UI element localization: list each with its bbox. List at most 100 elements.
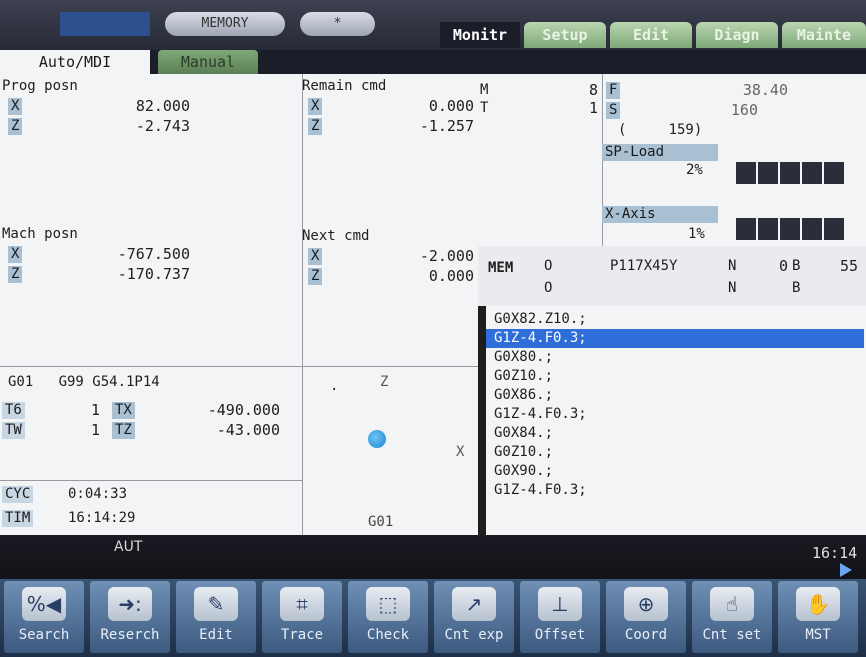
o-label-1: O	[544, 258, 553, 274]
tx-label: TX	[112, 402, 135, 419]
prog-posn-z-value: -2.743	[135, 117, 190, 135]
softkey-label: MST	[805, 627, 831, 643]
mach-posn-x-label: X	[8, 246, 23, 263]
mach-posn-title: Mach posn	[2, 226, 78, 242]
mst-icon: ✋	[796, 587, 840, 621]
program-header: MEM O O P117X45Y N 0 N B 55 B	[478, 246, 866, 306]
search-icon: %◀	[22, 587, 66, 621]
check-icon: ⬚	[366, 587, 410, 621]
graph-dot: .	[330, 378, 339, 394]
next-cmd-title: Next cmd	[302, 228, 370, 244]
cnc-screen: MEMORY * Monitr Setup Edit Diagn Mainte …	[0, 0, 866, 657]
tab-edit[interactable]: Edit	[610, 22, 692, 48]
remain-cmd-z-label: Z	[308, 118, 323, 135]
mode-tab-bar: Auto/MDI Manual	[0, 50, 866, 74]
tab-manual[interactable]: Manual	[158, 50, 258, 74]
x-axis-load-value: 1%	[688, 226, 705, 242]
sp-load-meter	[736, 162, 848, 186]
f-value: 38.40	[742, 81, 788, 99]
prog-posn-x-value: 82.000	[135, 97, 190, 115]
cnt-set-icon: ☝	[710, 587, 754, 621]
mach-posn-z-label: Z	[8, 266, 23, 283]
memory-mode-pill[interactable]: MEMORY	[165, 12, 285, 36]
n-value: 0	[778, 257, 788, 275]
top-bar: MEMORY * Monitr Setup Edit Diagn Mainte	[0, 0, 866, 50]
clock: 16:14	[812, 544, 858, 562]
tim-label: TIM	[2, 510, 34, 527]
mach-posn-x-value: -767.500	[117, 245, 190, 263]
status-panel: M 8 T 1 F 38.40 S 160 ( 159) SP-Load 2% …	[478, 74, 866, 246]
b-value: 55	[839, 257, 858, 275]
top-left-block	[60, 12, 150, 36]
offset-icon: ⊥	[538, 587, 582, 621]
softkey-trace[interactable]: ⌗ Trace	[262, 581, 342, 653]
t6-value: 1	[90, 401, 100, 419]
tw-label: TW	[2, 422, 25, 439]
program-line[interactable]: G0Z10.;	[494, 443, 553, 462]
softkey-cnt-set[interactable]: ☝ Cnt set	[692, 581, 772, 653]
tw-value: 1	[90, 421, 100, 439]
program-name: P117X45Y	[610, 258, 678, 274]
program-line[interactable]: G0X82.Z10.;	[494, 310, 587, 329]
tab-setup[interactable]: Setup	[524, 22, 606, 48]
softkey-label: Trace	[280, 627, 324, 643]
n-label-2: N	[728, 280, 737, 296]
softkey-check[interactable]: ⬚ Check	[348, 581, 428, 653]
tab-mainte[interactable]: Mainte	[782, 22, 866, 48]
m-value: 8	[588, 81, 598, 99]
t-value: 1	[588, 99, 598, 117]
tim-value: 16:14:29	[68, 510, 136, 526]
tool-position-marker	[368, 430, 386, 448]
program-line[interactable]: G1Z-4.F0.3;	[494, 481, 587, 500]
program-line[interactable]: G0X80.;	[494, 348, 553, 367]
s-actual: ( 159)	[618, 122, 703, 138]
n-label: N	[728, 258, 737, 274]
prog-posn-title: Prog posn	[2, 78, 78, 94]
t6-label: T6	[2, 402, 25, 419]
tab-monitr[interactable]: Monitr	[440, 22, 520, 48]
sp-load-value: 2%	[686, 162, 703, 178]
softkey-label: Edit	[199, 627, 233, 643]
softkey-offset[interactable]: ⊥ Offset	[520, 581, 600, 653]
s-value: 160	[730, 101, 758, 119]
softkey-cnt-exp[interactable]: ↗ Cnt exp	[434, 581, 514, 653]
mem-mode: MEM	[488, 260, 514, 276]
softkey-coord[interactable]: ⊕ Coord	[606, 581, 686, 653]
tab-diagn[interactable]: Diagn	[696, 22, 778, 48]
softkey-search[interactable]: %◀ Search	[4, 581, 84, 653]
softkey-bar: %◀ Search ➜: Reserch ✎ Edit ⌗ Trace ⬚ Ch…	[0, 579, 866, 657]
softkey-reserch[interactable]: ➜: Reserch	[90, 581, 170, 653]
next-page-arrow-icon[interactable]	[840, 563, 852, 577]
program-listing[interactable]: G0X82.Z10.; G1Z-4.F0.3; G0X80.; G0Z10.; …	[486, 306, 866, 535]
small-mode-pill[interactable]: *	[300, 12, 375, 36]
tz-value: -43.000	[216, 421, 280, 439]
softkey-label: Cnt exp	[444, 627, 504, 643]
cyc-value: 0:04:33	[68, 486, 128, 502]
program-line-selected[interactable]: G1Z-4.F0.3;	[486, 329, 864, 348]
program-line[interactable]: G0X84.;	[494, 424, 553, 443]
x-axis-load-meter	[736, 218, 848, 242]
tab-auto-mdi[interactable]: Auto/MDI	[0, 50, 150, 74]
program-line[interactable]: G0X86.;	[494, 386, 553, 405]
graph-gmode: G01	[368, 514, 394, 530]
cyc-label: CYC	[2, 486, 34, 503]
edit-icon: ✎	[194, 587, 238, 621]
run-mode: AUT	[114, 539, 143, 555]
cnt-exp-icon: ↗	[452, 587, 496, 621]
softkey-mst[interactable]: ✋ MST	[778, 581, 858, 653]
tx-value: -490.000	[207, 401, 280, 419]
prog-posn-z-label: Z	[8, 118, 23, 135]
status-bar: AUT 16:14	[0, 535, 866, 579]
x-axis-load-label: X-Axis	[602, 206, 718, 223]
remain-cmd-title: Remain cmd	[302, 78, 387, 94]
o-label-2: O	[544, 280, 553, 296]
program-line[interactable]: G1Z-4.F0.3;	[494, 405, 587, 424]
research-icon: ➜:	[108, 587, 152, 621]
softkey-label: Reserch	[100, 627, 160, 643]
softkey-edit[interactable]: ✎ Edit	[176, 581, 256, 653]
program-line[interactable]: G0X90.;	[494, 462, 553, 481]
f-label: F	[606, 82, 621, 99]
program-line[interactable]: G0Z10.;	[494, 367, 553, 386]
softkey-label: Offset	[534, 627, 586, 643]
next-cmd-x-value: -2.000	[419, 247, 474, 265]
